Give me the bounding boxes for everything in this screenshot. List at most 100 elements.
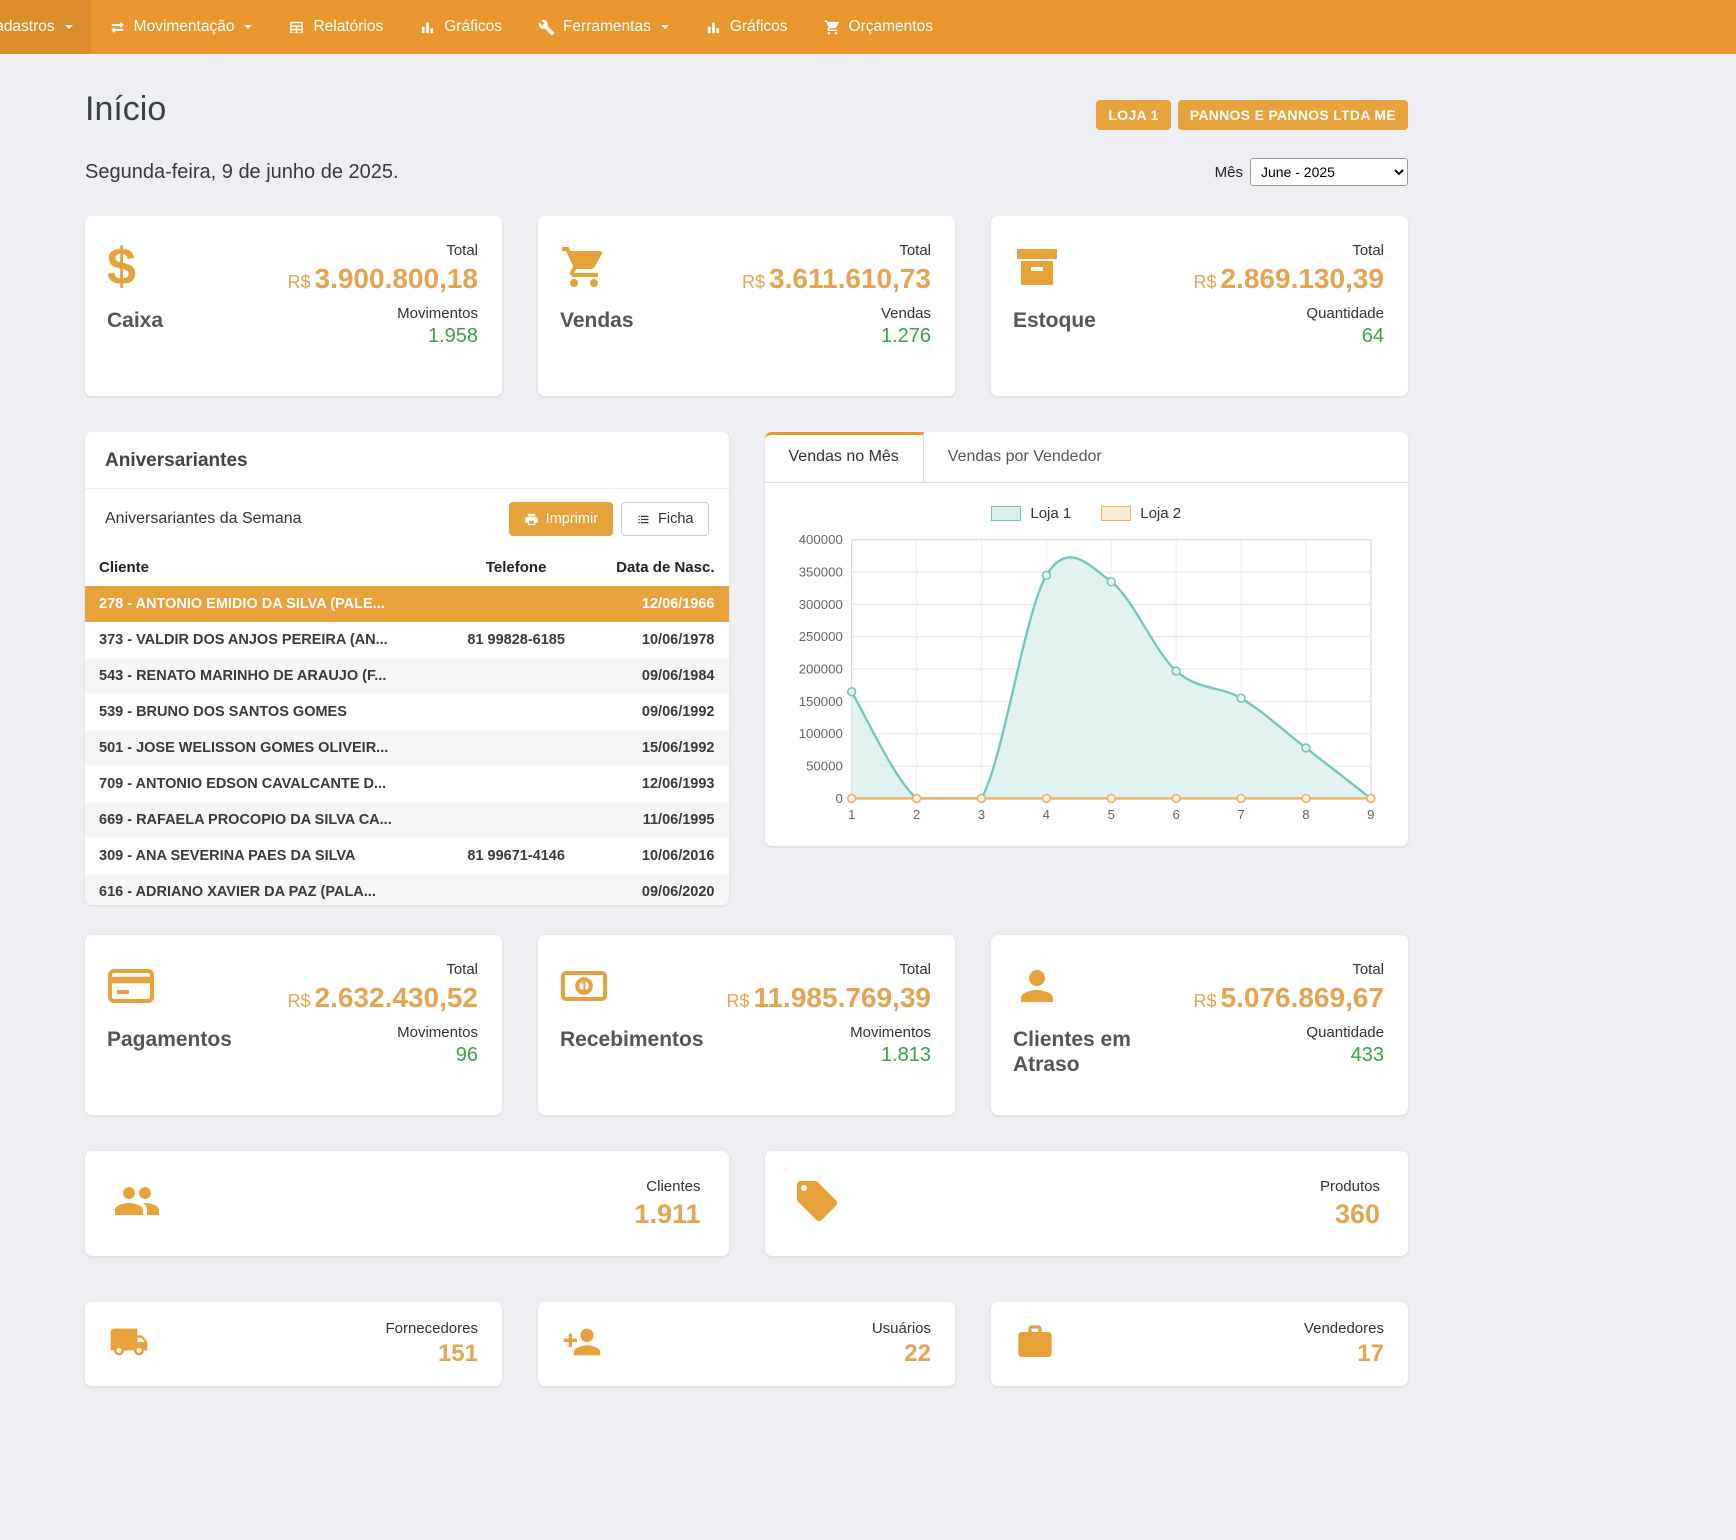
birthday-row[interactable]: 669 - RAFAELA PROCOPIO DA SILVA CA...11/…	[85, 802, 729, 838]
nav-item-relatorios[interactable]: Relatórios	[270, 0, 401, 54]
nav-item-label: Relatórios	[313, 18, 383, 36]
count-value: 1.276	[742, 325, 931, 348]
month-label: Mês	[1215, 164, 1243, 181]
birthday-row[interactable]: 278 - ANTONIO EMIDIO DA SILVA (PALE...12…	[85, 586, 729, 622]
svg-text:6: 6	[1172, 807, 1179, 822]
nav-item-graficos-2[interactable]: Gráficos	[687, 0, 806, 54]
card-label: Produtos	[1320, 1178, 1380, 1195]
count-value: 64	[1193, 325, 1384, 348]
birthday-row[interactable]: 616 - ADRIANO XAVIER DA PAZ (PALA...09/0…	[85, 874, 729, 905]
current-date: Segunda-feira, 9 de junho de 2025.	[85, 161, 399, 184]
bar-chart-icon	[419, 19, 436, 36]
birthday-row[interactable]: 543 - RENATO MARINHO DE ARAUJO (F...09/0…	[85, 658, 729, 694]
svg-text:3: 3	[977, 807, 984, 822]
birthday-table: Cliente Telefone Data de Nasc. 278 - ANT…	[85, 549, 729, 905]
svg-text:9: 9	[1367, 807, 1374, 822]
card-label: Fornecedores	[385, 1320, 478, 1337]
store-badges: LOJA 1 PANNOS E PANNOS LTDA ME	[1096, 100, 1408, 130]
card-label: Clientes em Atraso	[1013, 1027, 1143, 1077]
birthday-row[interactable]: 709 - ANTONIO EDSON CAVALCANTE D...12/06…	[85, 766, 729, 802]
svg-text:350000: 350000	[798, 565, 842, 580]
svg-text:50000: 50000	[806, 758, 843, 773]
svg-text:1: 1	[580, 978, 588, 994]
briefcase-icon	[1015, 1322, 1055, 1367]
svg-text:4: 4	[1042, 807, 1049, 822]
banknote-icon: 1	[560, 961, 614, 1011]
svg-text:300000: 300000	[798, 597, 842, 612]
tab-vendas-por-vendedor[interactable]: Vendas por Vendedor	[924, 432, 1126, 482]
wrench-icon	[538, 19, 555, 36]
svg-text:2: 2	[912, 807, 919, 822]
count-label: Quantidade	[1193, 305, 1384, 322]
total-label: Total	[726, 961, 931, 978]
clientes-card: Clientes 1.911	[85, 1151, 729, 1256]
top-navbar: Cadastros Movimentação Relatórios Gráfic…	[0, 0, 1736, 54]
store-badge-company[interactable]: PANNOS E PANNOS LTDA ME	[1178, 100, 1408, 130]
nav-item-cadastros[interactable]: Cadastros	[0, 0, 91, 54]
imprimir-button[interactable]: Imprimir	[509, 502, 613, 536]
tab-vendas-no-mes[interactable]: Vendas no Mês	[765, 432, 924, 482]
clientes-em-atraso-card: Clientes em Atraso Total R$5.076.869,67 …	[991, 935, 1408, 1115]
caret-down-icon	[661, 25, 669, 29]
total-value: R$3.900.800,18	[287, 263, 478, 295]
total-value: R$2.632.430,52	[287, 982, 478, 1014]
count-label: Vendas	[742, 305, 931, 322]
legend-loja2[interactable]: Loja 2	[1101, 505, 1181, 522]
nav-item-orcamentos[interactable]: Orçamentos	[806, 0, 951, 54]
legend-loja1[interactable]: Loja 1	[991, 505, 1071, 522]
count-label: Movimentos	[287, 305, 478, 322]
birthday-row[interactable]: 309 - ANA SEVERINA PAES DA SILVA81 99671…	[85, 838, 729, 874]
user-icon	[1013, 961, 1067, 1011]
birthday-row[interactable]: 539 - BRUNO DOS SANTOS GOMES09/06/1992	[85, 694, 729, 730]
nav-item-ferramentas[interactable]: Ferramentas	[520, 0, 687, 54]
aniversariantes-card: Aniversariantes Aniversariantes da Seman…	[85, 432, 729, 905]
svg-text:8: 8	[1302, 807, 1309, 822]
col-data-nasc: Data de Nasc.	[593, 549, 728, 586]
produtos-card: Produtos 360	[765, 1151, 1409, 1256]
card-label: Vendedores	[1304, 1320, 1384, 1337]
count-label: Movimentos	[287, 1024, 478, 1041]
count-label: Quantidade	[1193, 1024, 1384, 1041]
count-value: 96	[287, 1044, 478, 1067]
svg-text:0: 0	[835, 791, 842, 806]
user-plus-icon	[562, 1322, 602, 1367]
nav-item-graficos-1[interactable]: Gráficos	[401, 0, 520, 54]
legend-swatch-loja2	[1101, 506, 1131, 521]
card-value: 360	[1320, 1199, 1380, 1230]
list-icon	[636, 512, 651, 527]
sales-month-chart: 0500001000001500002000002500003000003500…	[787, 530, 1387, 830]
svg-text:1: 1	[847, 807, 854, 822]
card-label: Vendas	[560, 308, 634, 333]
table-icon	[288, 19, 305, 36]
page-title: Início	[85, 90, 166, 129]
total-value: R$3.611.610,73	[742, 263, 931, 295]
nav-item-label: Movimentação	[134, 18, 235, 36]
card-label: Usuários	[872, 1320, 931, 1337]
box-icon	[1013, 242, 1067, 292]
sales-tabbar: Vendas no Mês Vendas por Vendedor	[765, 432, 1409, 483]
card-value: 1.911	[634, 1199, 700, 1230]
pagamentos-card: Pagamentos Total R$2.632.430,52 Moviment…	[85, 935, 502, 1115]
svg-text:150000: 150000	[798, 694, 842, 709]
birthday-row[interactable]: 501 - JOSE WELISSON GOMES OLIVEIR...15/0…	[85, 730, 729, 766]
fornecedores-card: Fornecedores 151	[85, 1302, 502, 1386]
birthday-row[interactable]: 373 - VALDIR DOS ANJOS PEREIRA (AN...81 …	[85, 622, 729, 658]
ficha-button[interactable]: Ficha	[621, 502, 708, 536]
card-label: Pagamentos	[107, 1027, 232, 1052]
users-icon	[113, 1177, 161, 1230]
nav-item-movimentacao[interactable]: Movimentação	[91, 0, 271, 54]
card-label: Recebimentos	[560, 1027, 690, 1052]
nav-item-label: Cadastros	[0, 18, 55, 36]
nav-item-label: Gráficos	[444, 18, 502, 36]
card-label: Clientes	[634, 1178, 700, 1195]
month-select[interactable]: June - 2025	[1250, 158, 1408, 186]
svg-text:200000: 200000	[798, 662, 842, 677]
total-label: Total	[287, 961, 478, 978]
caixa-card: $ Caixa Total R$3.900.800,18 Movimentos …	[85, 216, 502, 396]
nav-item-label: Ferramentas	[563, 18, 651, 36]
total-value: R$2.869.130,39	[1193, 263, 1384, 295]
chart-legend: Loja 1 Loja 2	[787, 491, 1387, 530]
store-badge-loja1[interactable]: LOJA 1	[1096, 100, 1170, 130]
card-label: Estoque	[1013, 308, 1096, 333]
count-value: 1.813	[726, 1044, 931, 1067]
